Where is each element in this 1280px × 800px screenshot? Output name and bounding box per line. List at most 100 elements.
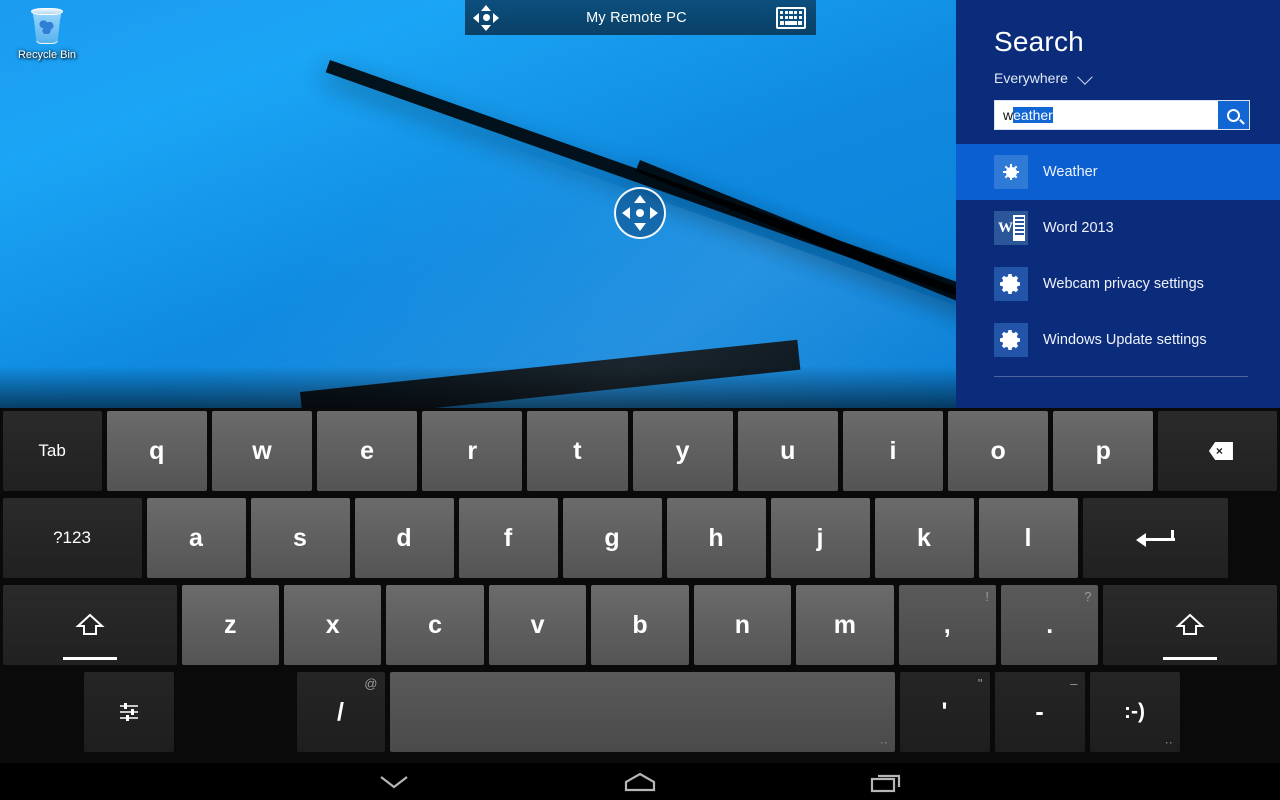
results-divider	[994, 376, 1248, 377]
key-f[interactable]: f	[458, 498, 558, 578]
key-hint: "	[977, 676, 983, 691]
key-emoji[interactable]: :-) ··	[1089, 672, 1180, 752]
key-hint: !	[985, 589, 989, 604]
search-result-weather[interactable]: Weather	[956, 144, 1280, 200]
key-label: v	[530, 610, 545, 639]
recycle-bin-icon	[30, 6, 64, 46]
key-z[interactable]: z	[181, 585, 279, 665]
keyboard-toggle-button[interactable]	[766, 0, 816, 35]
key-slash[interactable]: @ /	[296, 672, 385, 752]
key-period[interactable]: ?.	[1001, 585, 1099, 665]
backspace-key[interactable]: ×	[1158, 411, 1278, 491]
key-n[interactable]: n	[693, 585, 792, 665]
key-label: b	[632, 610, 648, 639]
search-input[interactable]: w eather	[995, 101, 1218, 129]
key-o[interactable]: o	[948, 411, 1049, 491]
shift-key[interactable]	[1103, 585, 1278, 665]
key-label: -	[1035, 697, 1044, 726]
key-label: e	[360, 436, 375, 465]
key-label: f	[503, 523, 513, 552]
keyboard-toggle-icon	[776, 6, 806, 29]
key-label: t	[573, 436, 582, 465]
key-w[interactable]: w	[211, 411, 313, 491]
key-t[interactable]: t	[527, 411, 628, 491]
recents-button[interactable]	[856, 763, 916, 800]
key-tab[interactable]: Tab	[2, 411, 102, 491]
key-l[interactable]: l	[978, 498, 1078, 578]
key-h[interactable]: h	[666, 498, 766, 578]
key-label: '	[941, 697, 948, 726]
key-label: c	[428, 610, 443, 639]
key-label: :-)	[1124, 700, 1145, 723]
search-result-word-2013[interactable]: W Word 2013	[956, 200, 1280, 256]
key-s[interactable]: s	[250, 498, 350, 578]
key-d[interactable]: d	[354, 498, 454, 578]
chevron-down-icon	[1077, 68, 1093, 85]
pan-mode-button[interactable]	[465, 0, 507, 35]
key-r[interactable]: r	[422, 411, 523, 491]
key-symbols[interactable]: ?123	[2, 498, 142, 578]
key-k[interactable]: k	[874, 498, 974, 578]
search-scope-dropdown[interactable]: Everywhere	[956, 58, 1280, 86]
key-label: n	[734, 610, 751, 639]
key-label: l	[1024, 523, 1032, 552]
remote-desktop-screen: Recycle Bin Search Everywhere w eather W…	[0, 0, 1280, 800]
key-m[interactable]: m	[796, 585, 894, 665]
shift-icon	[1175, 612, 1206, 638]
key-label: w	[252, 436, 272, 465]
search-scope-label: Everywhere	[994, 70, 1068, 86]
key-label: p	[1095, 436, 1111, 465]
shift-key[interactable]	[2, 585, 177, 665]
backspace-icon: ×	[1203, 442, 1233, 460]
settings-sliders-key[interactable]	[83, 672, 174, 752]
key-label: x	[325, 610, 340, 639]
keyboard-row-4: @ / ·· " ' – -:-) ··	[0, 672, 1280, 752]
key-label: o	[990, 436, 1006, 465]
search-result-label: Windows Update settings	[1043, 332, 1207, 348]
key-b[interactable]: b	[591, 585, 689, 665]
key-p[interactable]: p	[1053, 411, 1154, 491]
desktop-icon-recycle-bin[interactable]: Recycle Bin	[8, 4, 86, 62]
keyboard-gap	[0, 672, 81, 752]
key-x[interactable]: x	[283, 585, 382, 665]
space-key[interactable]: ··	[389, 672, 895, 752]
remote-session-title-bar: My Remote PC	[465, 0, 816, 35]
search-submit-button[interactable]	[1218, 101, 1249, 129]
keyboard-row-1: Tab q w e r t y u i o p ×	[0, 411, 1280, 491]
recycle-bin-label: Recycle Bin	[17, 49, 77, 61]
key-a[interactable]: a	[146, 498, 246, 578]
shift-icon	[74, 612, 105, 638]
key-label: Tab	[38, 441, 66, 460]
search-result-webcam-privacy-settings[interactable]: Webcam privacy settings	[956, 256, 1280, 312]
key-hyphen[interactable]: – -	[994, 672, 1085, 752]
enter-key[interactable]	[1082, 498, 1228, 578]
key-comma[interactable]: !,	[898, 585, 996, 665]
gear-icon	[994, 323, 1028, 357]
key-i[interactable]: i	[842, 411, 944, 491]
key-v[interactable]: v	[488, 585, 587, 665]
pan-move-overlay-icon[interactable]	[614, 187, 666, 239]
key-q[interactable]: q	[106, 411, 207, 491]
remote-desktop-canvas[interactable]: Recycle Bin	[0, 0, 956, 408]
key-g[interactable]: g	[562, 498, 662, 578]
key-y[interactable]: y	[632, 411, 733, 491]
key-label: .	[1046, 610, 1054, 639]
pan-move-icon	[473, 4, 499, 31]
key-label: r	[467, 436, 478, 465]
home-button[interactable]	[610, 763, 670, 800]
key-c[interactable]: c	[386, 585, 484, 665]
hide-keyboard-button[interactable]	[364, 763, 424, 800]
remote-session-title: My Remote PC	[586, 9, 687, 26]
wallpaper-sheen	[0, 0, 956, 408]
key-j[interactable]: j	[770, 498, 870, 578]
key-apostrophe[interactable]: " '	[899, 672, 990, 752]
key-e[interactable]: e	[317, 411, 418, 491]
gear-icon	[994, 267, 1028, 301]
search-results-list: Weather W Word 2013 Webcam privacy setti…	[956, 144, 1280, 377]
search-result-windows-update-settings[interactable]: Windows Update settings	[956, 312, 1280, 368]
key-label: g	[604, 523, 620, 552]
key-hint: ?	[1084, 589, 1092, 604]
android-navigation-bar	[0, 763, 1280, 800]
key-u[interactable]: u	[737, 411, 838, 491]
search-box[interactable]: w eather	[994, 100, 1250, 130]
